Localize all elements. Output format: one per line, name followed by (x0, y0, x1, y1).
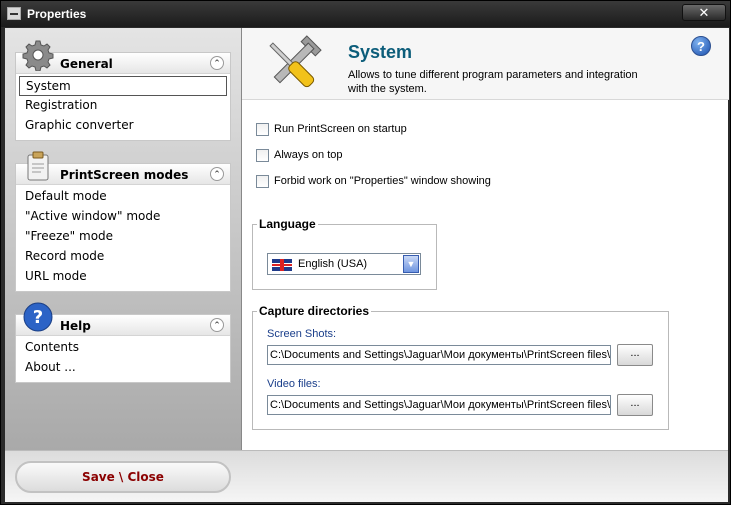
sidebar-item-record-mode[interactable]: Record mode (19, 247, 227, 267)
language-selected: English (USA) (298, 258, 368, 270)
window-menu-icon[interactable] (7, 7, 21, 20)
run-on-startup-label[interactable]: Run PrintScreen on startup (274, 123, 407, 135)
video-browse-button[interactable]: ... (617, 394, 653, 416)
client-area: General ⌃ System Registration Graphic co… (5, 28, 729, 502)
title-bar[interactable]: Properties ✕ (1, 1, 730, 27)
group-general: General ⌃ System Registration Graphic co… (15, 40, 231, 141)
sidebar-item-default-mode[interactable]: Default mode (19, 187, 227, 207)
properties-window: Properties ✕ General ⌃ System Registrati… (0, 0, 731, 505)
tools-icon (269, 35, 322, 88)
video-files-label: Video files: (267, 378, 321, 390)
help-button-icon[interactable]: ? (691, 36, 711, 56)
capture-directories-group: Capture directories Screen Shots: C:\Doc… (252, 304, 669, 430)
group-help: ? Help ⌃ Contents About ... (15, 302, 231, 383)
help-icon: ? (23, 302, 53, 332)
always-on-top-label[interactable]: Always on top (274, 149, 342, 161)
screenshots-path-input[interactable]: C:\Documents and Settings\Jaguar\Мои док… (267, 345, 611, 365)
sidebar-item-contents[interactable]: Contents (19, 338, 227, 358)
sidebar-item-url-mode[interactable]: URL mode (19, 267, 227, 287)
video-path-input[interactable]: C:\Documents and Settings\Jaguar\Мои док… (267, 395, 611, 415)
group-modes-title: PrintScreen modes (60, 168, 189, 182)
sidebar-item-active-window-mode[interactable]: "Active window" mode (19, 207, 227, 227)
collapse-help-button[interactable]: ⌃ (210, 318, 224, 332)
capture-legend: Capture directories (257, 304, 372, 318)
sidebar-item-graphic-converter[interactable]: Graphic converter (19, 116, 227, 136)
collapse-general-button[interactable]: ⌃ (210, 56, 224, 70)
page-description: Allows to tune different program paramet… (348, 69, 638, 95)
gear-icon (22, 40, 54, 71)
sidebar: General ⌃ System Registration Graphic co… (5, 28, 241, 450)
group-general-title: General (60, 57, 113, 71)
close-button[interactable]: ✕ (682, 4, 726, 21)
forbid-work-checkbox[interactable] (256, 175, 269, 188)
chevron-down-icon[interactable]: ▼ (403, 255, 419, 273)
language-group: Language English (USA) ▼ (252, 217, 437, 290)
language-legend: Language (257, 217, 318, 231)
svg-text:?: ? (33, 307, 43, 328)
page-title: System (348, 42, 413, 62)
footer: Save \ Close (5, 450, 728, 502)
screenshots-label: Screen Shots: (267, 328, 337, 340)
group-help-title: Help (60, 319, 91, 333)
sidebar-item-registration[interactable]: Registration (19, 96, 227, 116)
sidebar-item-freeze-mode[interactable]: "Freeze" mode (19, 227, 227, 247)
language-select[interactable]: English (USA) ▼ (267, 253, 421, 275)
section-header: System Allows to tune different program … (242, 28, 729, 100)
always-on-top-checkbox[interactable] (256, 149, 269, 162)
save-close-button[interactable]: Save \ Close (15, 461, 231, 493)
uk-flag-icon (272, 259, 292, 271)
window-title: Properties (27, 7, 87, 21)
clipboard-icon (27, 151, 49, 181)
group-help-header[interactable]: ? Help ⌃ (16, 302, 230, 336)
group-printscreen-modes: PrintScreen modes ⌃ Default mode "Active… (15, 151, 231, 292)
sidebar-item-system[interactable]: System (19, 76, 227, 96)
sidebar-item-about[interactable]: About ... (19, 358, 227, 378)
forbid-work-label[interactable]: Forbid work on "Properties" window showi… (274, 175, 491, 187)
run-on-startup-checkbox[interactable] (256, 123, 269, 136)
screenshots-browse-button[interactable]: ... (617, 344, 653, 366)
collapse-modes-button[interactable]: ⌃ (210, 167, 224, 181)
group-modes-header[interactable]: PrintScreen modes ⌃ (16, 151, 230, 185)
main-panel: System Allows to tune different program … (241, 28, 729, 450)
group-general-header[interactable]: General ⌃ (16, 40, 230, 74)
